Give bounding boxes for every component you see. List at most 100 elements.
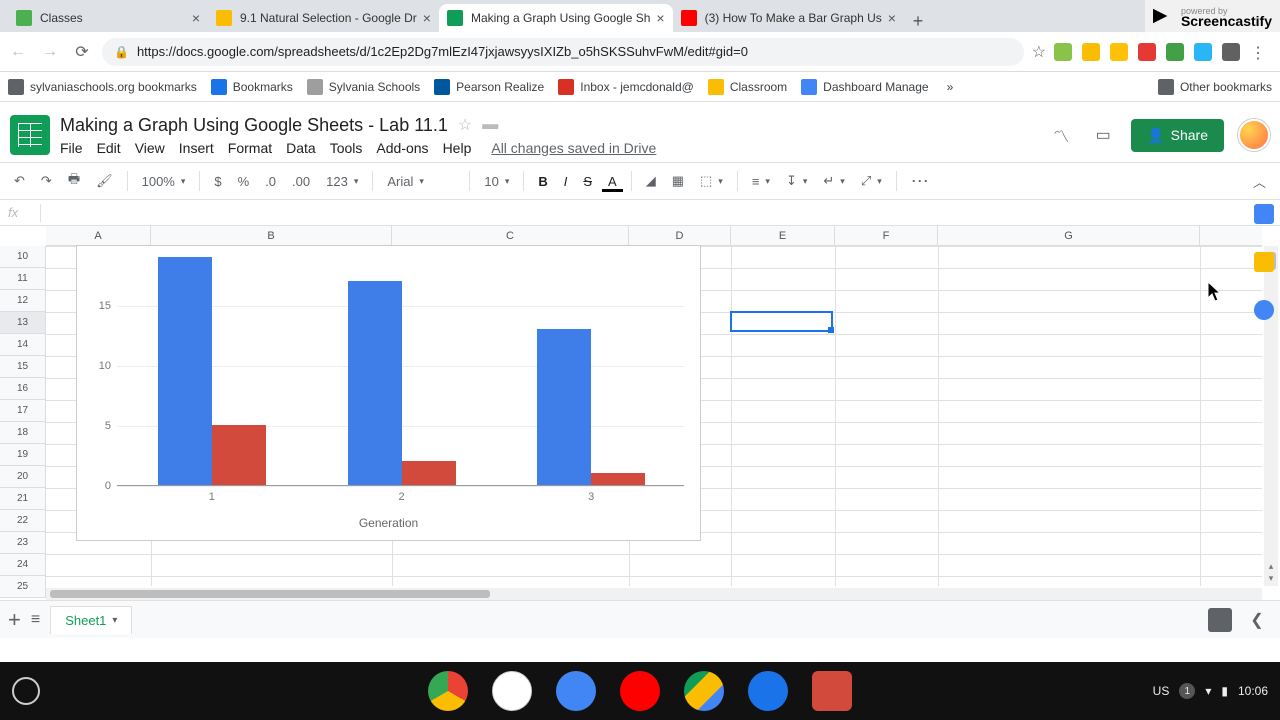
gmail-icon[interactable]	[492, 671, 532, 711]
close-icon[interactable]: ×	[888, 10, 896, 26]
row-header[interactable]: 19	[0, 444, 45, 466]
clock[interactable]: 10:06	[1238, 684, 1268, 698]
extension-icon[interactable]	[1082, 43, 1100, 61]
vertical-align-button[interactable]: ↧	[780, 169, 813, 193]
bold-button[interactable]: B	[532, 170, 553, 193]
row-header[interactable]: 23	[0, 532, 45, 554]
add-sheet-button[interactable]: +	[8, 607, 21, 633]
paint-format-button[interactable]: 🖌	[90, 169, 119, 193]
menu-insert[interactable]: Insert	[179, 140, 214, 156]
menu-tools[interactable]: Tools	[330, 140, 363, 156]
extension-icon[interactable]	[1166, 43, 1184, 61]
browser-tab[interactable]: Classes ×	[8, 4, 208, 32]
close-icon[interactable]: ×	[656, 10, 664, 26]
row-header[interactable]: 10	[0, 246, 45, 268]
row-header[interactable]: 11	[0, 268, 45, 290]
chart-object[interactable]: 051015123 Generation	[76, 245, 701, 541]
active-cell[interactable]	[730, 311, 833, 332]
column-header[interactable]: D	[629, 226, 731, 245]
font-select[interactable]: Arial	[381, 170, 461, 193]
text-rotation-button[interactable]: ⤢	[855, 169, 888, 193]
extension-icon[interactable]	[1110, 43, 1128, 61]
sheet-tab[interactable]: Sheet1 ▾	[50, 606, 132, 634]
column-header[interactable]: E	[731, 226, 835, 245]
save-status[interactable]: All changes saved in Drive	[491, 140, 656, 156]
browser-tab-active[interactable]: Making a Graph Using Google Sh ×	[439, 4, 673, 32]
fill-color-button[interactable]: ◢	[640, 169, 662, 193]
column-header[interactable]: B	[151, 226, 392, 245]
column-header[interactable]: A	[46, 226, 151, 245]
row-header[interactable]: 12	[0, 290, 45, 312]
menu-format[interactable]: Format	[228, 140, 272, 156]
currency-button[interactable]: $	[208, 170, 227, 193]
browser-tab[interactable]: (3) How To Make a Bar Graph Us ×	[673, 4, 904, 32]
expand-side-panel-button[interactable]: ❮	[1242, 610, 1272, 630]
account-avatar[interactable]	[1238, 119, 1270, 151]
other-bookmarks[interactable]: Other bookmarks	[1158, 79, 1272, 95]
url-input[interactable]: 🔒 https://docs.google.com/spreadsheets/d…	[102, 38, 1024, 66]
row-header[interactable]: 24	[0, 554, 45, 576]
share-button[interactable]: 👤 Share	[1131, 119, 1224, 152]
calendar-icon[interactable]	[1254, 204, 1274, 224]
notification-badge[interactable]: 1	[1179, 683, 1195, 699]
chrome-icon[interactable]	[428, 671, 468, 711]
row-header[interactable]: 16	[0, 378, 45, 400]
decrease-decimal-button[interactable]: .0	[259, 170, 282, 193]
column-header[interactable]: C	[392, 226, 629, 245]
hide-toolbar-button[interactable]: ︿	[1247, 168, 1272, 195]
bookmark-item[interactable]: Classroom	[708, 79, 787, 95]
extension-icon[interactable]	[1194, 43, 1212, 61]
new-tab-button[interactable]: +	[904, 11, 932, 32]
forward-button[interactable]: →	[38, 40, 62, 64]
row-header[interactable]: 18	[0, 422, 45, 444]
system-tray[interactable]: US 1 ▾ ▮ 10:06	[1153, 683, 1268, 699]
font-size-select[interactable]: 10	[478, 170, 515, 193]
percent-button[interactable]: %	[232, 170, 256, 193]
docs-icon[interactable]	[556, 671, 596, 711]
redo-button[interactable]: ↷	[35, 169, 58, 193]
horizontal-align-button[interactable]: ≡	[746, 170, 776, 193]
explore-button[interactable]	[1208, 608, 1232, 632]
increase-decimal-button[interactable]: .00	[286, 170, 316, 193]
number-format-select[interactable]: 123	[320, 170, 364, 193]
bookmark-item[interactable]: Dashboard Manage	[801, 79, 928, 95]
row-header[interactable]: 17	[0, 400, 45, 422]
all-sheets-button[interactable]: ≡	[31, 611, 40, 629]
app-icon[interactable]	[812, 671, 852, 711]
star-icon[interactable]: ☆	[1032, 42, 1046, 62]
extension-icon[interactable]	[1138, 43, 1156, 61]
zoom-select[interactable]: 100%	[136, 170, 192, 193]
bookmark-item[interactable]: Pearson Realize	[434, 79, 544, 95]
reload-button[interactable]: ⟳	[70, 40, 94, 64]
back-button[interactable]: ←	[6, 40, 30, 64]
scrollbar-thumb[interactable]	[50, 590, 490, 598]
bookmark-item[interactable]: sylvaniaschools.org bookmarks	[8, 79, 197, 95]
drive-icon[interactable]	[684, 671, 724, 711]
menu-data[interactable]: Data	[286, 140, 316, 156]
close-icon[interactable]: ×	[192, 10, 200, 26]
youtube-icon[interactable]	[620, 671, 660, 711]
row-header[interactable]: 20	[0, 466, 45, 488]
bookmark-item[interactable]: Inbox - jemcdonald@	[558, 79, 694, 95]
bookmarks-overflow[interactable]: »	[947, 80, 954, 94]
bookmark-item[interactable]: Bookmarks	[211, 79, 293, 95]
strikethrough-button[interactable]: S	[577, 170, 598, 193]
browser-tab[interactable]: 9.1 Natural Selection - Google Dr ×	[208, 4, 439, 32]
sheets-logo-icon[interactable]	[10, 115, 50, 155]
horizontal-scrollbar[interactable]	[46, 588, 1262, 600]
row-header[interactable]: 21	[0, 488, 45, 510]
battery-icon[interactable]: ▮	[1221, 684, 1228, 698]
more-toolbar-button[interactable]: ⋯	[905, 167, 937, 196]
row-header[interactable]: 25	[0, 576, 45, 598]
italic-button[interactable]: I	[558, 170, 574, 193]
keyboard-layout[interactable]: US	[1153, 684, 1170, 698]
activity-icon[interactable]: 〽	[1047, 121, 1075, 149]
scroll-up-icon[interactable]: ▴	[1264, 561, 1278, 572]
merge-cells-button[interactable]: ⬚	[694, 169, 729, 193]
borders-button[interactable]: ▦	[666, 169, 690, 193]
kebab-menu-icon[interactable]: ⋮	[1250, 43, 1268, 61]
bookmark-item[interactable]: Sylvania Schools	[307, 79, 420, 95]
row-header[interactable]: 13	[0, 312, 45, 334]
print-button[interactable]: 🖶	[62, 166, 86, 196]
star-icon[interactable]: ☆	[458, 115, 472, 135]
